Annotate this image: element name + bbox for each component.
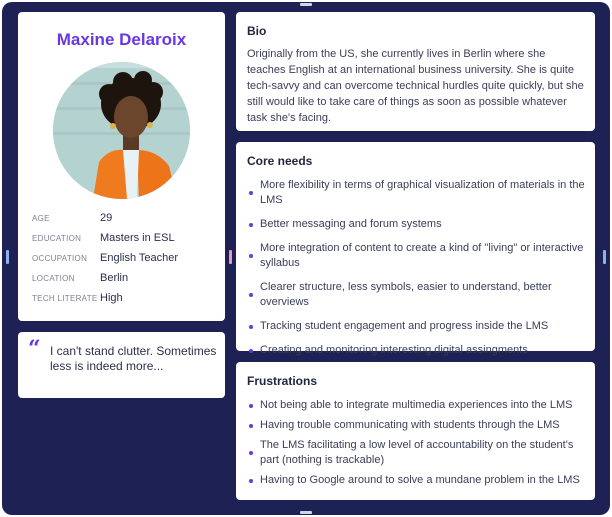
detail-label: OCCUPATION bbox=[32, 254, 88, 263]
detail-value: 29 bbox=[100, 212, 113, 224]
detail-value: High bbox=[100, 292, 123, 304]
detail-value: Masters in ESL bbox=[100, 232, 175, 244]
list-item: The LMS facilitating a low level of acco… bbox=[247, 438, 585, 468]
list-item: Clearer structure, less symbols, easier … bbox=[247, 280, 585, 310]
profile-card: Maxine Delaroix AGE 29 EDUCATION Masters… bbox=[18, 12, 225, 321]
detail-value: English Teacher bbox=[100, 252, 179, 264]
avatar-photo bbox=[53, 62, 190, 199]
quote-card: “ I can't stand clutter. Sometimes less … bbox=[18, 332, 225, 398]
detail-label: LOCATION bbox=[32, 274, 75, 283]
bio-text: Originally from the US, she currently li… bbox=[247, 48, 584, 124]
detail-row-age: AGE 29 bbox=[32, 212, 217, 232]
resize-handle-left[interactable] bbox=[6, 250, 9, 264]
core-needs-title: Core needs bbox=[247, 154, 313, 168]
detail-label: EDUCATION bbox=[32, 234, 82, 243]
resize-handle-right[interactable] bbox=[603, 250, 606, 264]
persona-details: AGE 29 EDUCATION Masters in ESL OCCUPATI… bbox=[32, 212, 217, 312]
detail-row-education: EDUCATION Masters in ESL bbox=[32, 232, 217, 252]
core-needs-list: More flexibility in terms of graphical v… bbox=[247, 178, 585, 367]
list-item: Tracking student engagement and progress… bbox=[247, 319, 585, 334]
list-item: More integration of content to create a … bbox=[247, 241, 585, 271]
detail-value: Berlin bbox=[100, 272, 129, 284]
resize-handle-top[interactable] bbox=[300, 3, 312, 6]
list-item: Having trouble communicating with studen… bbox=[247, 418, 585, 433]
bio-card: Bio Originally from the US, she currentl… bbox=[236, 12, 595, 131]
list-item: Having to Google around to solve a munda… bbox=[247, 473, 585, 488]
list-item: Creating and monitoring interesting digi… bbox=[247, 343, 585, 358]
quote-icon: “ bbox=[28, 336, 41, 362]
detail-row-tech-literate: TECH LITERATE High bbox=[32, 292, 217, 312]
bio-title: Bio bbox=[247, 24, 267, 38]
quote-text: I can't stand clutter. Sometimes less is… bbox=[50, 344, 217, 373]
core-needs-card: Core needs More flexibility in terms of … bbox=[236, 142, 595, 356]
frustrations-list: Not being able to integrate multimedia e… bbox=[247, 398, 585, 493]
list-item: Better messaging and forum systems bbox=[247, 217, 585, 232]
column-divider-handle[interactable] bbox=[229, 250, 232, 264]
persona-name: Maxine Delaroix bbox=[56, 30, 187, 49]
avatar bbox=[53, 62, 190, 199]
list-item: More flexibility in terms of graphical v… bbox=[247, 178, 585, 208]
resize-handle-bottom[interactable] bbox=[300, 511, 312, 514]
list-item: Not being able to integrate multimedia e… bbox=[247, 398, 585, 413]
frustrations-card: Frustrations Not being able to integrate… bbox=[236, 362, 595, 500]
detail-label: TECH LITERATE bbox=[32, 294, 98, 303]
detail-row-location: LOCATION Berlin bbox=[32, 272, 217, 292]
detail-row-occupation: OCCUPATION English Teacher bbox=[32, 252, 217, 272]
frustrations-title: Frustrations bbox=[247, 374, 318, 388]
detail-label: AGE bbox=[32, 214, 50, 223]
